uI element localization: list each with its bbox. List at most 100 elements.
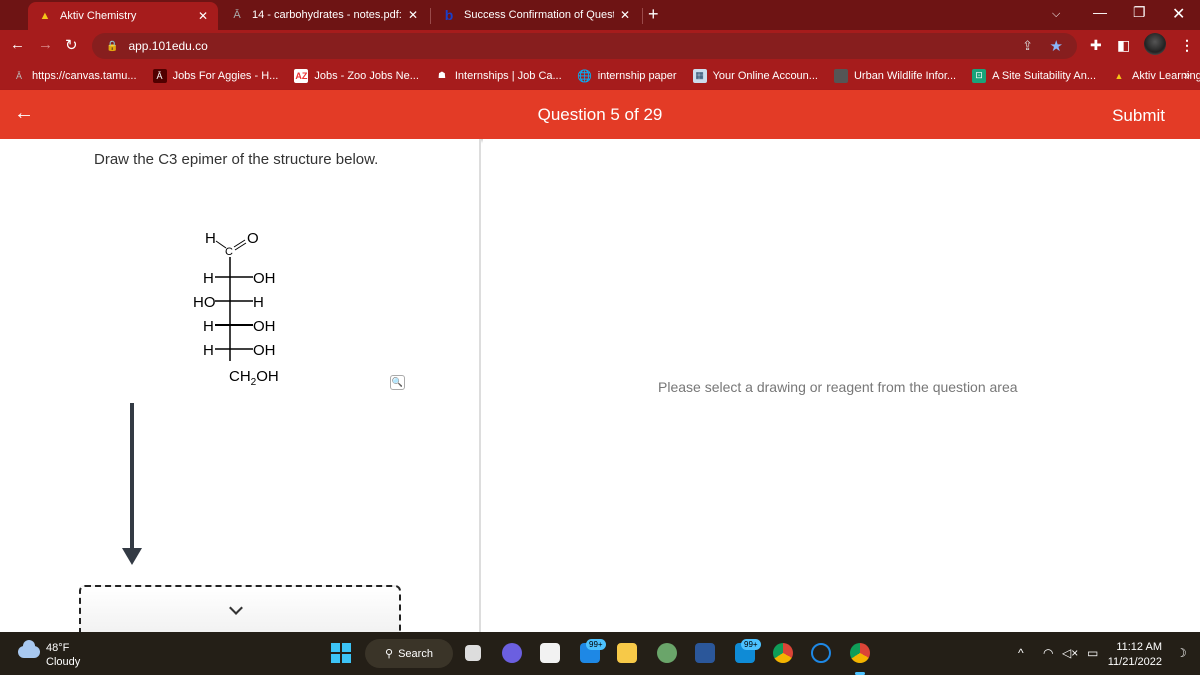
close-icon[interactable]: ✕ (620, 8, 630, 22)
more-bookmarks-button[interactable]: » (1183, 68, 1190, 82)
task-view-icon[interactable] (465, 645, 481, 661)
share-icon[interactable]: ⇪ (1022, 38, 1033, 54)
search-icon: ⚲ (385, 648, 394, 660)
tab-label: 14 - carbohydrates - notes.pdf: 2 (252, 9, 402, 21)
bookmark-label: internship paper (597, 69, 677, 82)
bookmark-canvas-tamu[interactable]: Āhttps://canvas.tamu... (12, 69, 137, 83)
stereocenter-row-4: H OH (203, 342, 276, 359)
bookmark-jobs-for-aggies[interactable]: Ā Jobs For Aggies - H... (152, 68, 278, 83)
back-button[interactable]: ← (10, 36, 25, 53)
bookmark-urban-wildlife[interactable]: Urban Wildlife Infor... (833, 68, 957, 83)
az-logo-icon: AZ (294, 68, 309, 83)
tab-search-icon[interactable]: ⌵ (1052, 8, 1060, 21)
internships-logo-icon: ☗ (437, 70, 446, 80)
url-text[interactable]: app.101edu.co (128, 39, 207, 53)
forward-button[interactable]: → (38, 36, 53, 53)
substituent-right: OH (253, 270, 276, 287)
tab-separator (430, 8, 431, 24)
substituent-right: OH (253, 318, 276, 335)
chrome-icon[interactable] (773, 643, 793, 663)
submit-button[interactable]: Submit (1112, 106, 1165, 126)
magnifier-icon: 🔍 (391, 377, 404, 387)
substituent-right: OH (253, 342, 276, 359)
minimize-button[interactable]: — (1093, 4, 1107, 20)
menu-kebab-icon[interactable]: ⋮ (1180, 37, 1194, 54)
lock-icon: 🔒 (106, 40, 119, 52)
tamu-logo-icon: Ā (233, 9, 241, 21)
reload-button[interactable]: ↻ (65, 36, 78, 54)
tab-success-confirmation[interactable]: b Success Confirmation of Questio ✕ (432, 0, 640, 30)
bookmarks-bar: Āhttps://canvas.tamu... Ā Jobs For Aggies… (0, 61, 1200, 90)
question-counter: Question 5 of 29 (537, 105, 663, 124)
weather-temperature[interactable]: 48°F (46, 642, 69, 654)
start-button[interactable] (331, 643, 351, 663)
new-tab-button[interactable]: + (648, 4, 659, 25)
bookmark-star-icon[interactable]: ★ (1050, 37, 1063, 55)
substituent-left: H (203, 342, 214, 359)
bookmark-label: https://canvas.tamu... (32, 69, 137, 82)
reaction-arrow-icon (122, 403, 142, 565)
workspace-panel: Please select a drawing or reagent from … (483, 139, 1200, 632)
show-hidden-icons-chevron-up-icon[interactable]: ^ (1018, 646, 1024, 660)
file-explorer-icon[interactable] (617, 643, 637, 663)
workspace-hint: Please select a drawing or reagent from … (658, 379, 1018, 395)
bookmark-internship-paper[interactable]: 🌐 internship paper (577, 69, 677, 83)
taskbar-search[interactable]: ⚲ Search (365, 639, 453, 668)
stereocenter-row-1: H OH (203, 270, 276, 287)
search-label: Search (398, 647, 433, 660)
teams-chat-icon[interactable] (502, 643, 522, 663)
tamu-logo-icon: Ā (152, 68, 167, 83)
copyright-app-icon[interactable] (811, 643, 831, 663)
weather-description[interactable]: Cloudy (46, 656, 80, 668)
microsoft-store-icon[interactable] (540, 643, 560, 663)
browser-toolbar: ← → ↻ 🔒 app.101edu.co ⇪ ★ ✚ ◧ ⋮ (0, 30, 1200, 61)
address-bar[interactable]: 🔒 app.101edu.co ⇪ ★ (92, 33, 1077, 59)
profile-avatar[interactable] (1144, 33, 1166, 55)
substituent-left: H (203, 270, 214, 287)
ch2oh-label: CH2OH (229, 368, 279, 388)
bookmark-label: Your Online Accoun... (712, 69, 818, 82)
double-bond-line (233, 239, 246, 248)
zoom-structure-button[interactable]: 🔍 (390, 375, 405, 390)
tab-separator (642, 8, 643, 24)
question-header: ← Question 5 of 29 Submit (0, 90, 1200, 139)
substituent-right: H (253, 294, 264, 311)
bookmark-online-account[interactable]: ▦ Your Online Accoun... (692, 68, 818, 83)
bookmark-label: Jobs - Zoo Jobs Ne... (314, 69, 419, 82)
clock-time[interactable]: 11:12 AM (1116, 641, 1162, 653)
chrome-profile-icon[interactable] (850, 643, 870, 663)
restore-button[interactable]: ❐ (1133, 4, 1146, 21)
mail-badge: 99+ (586, 639, 606, 650)
close-icon[interactable]: ✕ (408, 8, 418, 22)
browser-tab-strip: ▲ Aktiv Chemistry ✕ Ā 14 - carbohydrates… (0, 0, 1200, 30)
bookmark-label: Urban Wildlife Infor... (853, 69, 957, 82)
aktiv-logo-icon: ▲ (39, 10, 51, 22)
focus-moon-icon[interactable]: ☽ (1176, 646, 1187, 660)
stereocenter-row-3: H OH (203, 318, 276, 335)
battery-icon[interactable]: ▭ (1087, 646, 1098, 660)
extensions-puzzle-icon[interactable]: ✚ (1090, 37, 1102, 54)
aldehyde-h-label: H (205, 230, 216, 247)
close-window-button[interactable]: ✕ (1172, 4, 1185, 24)
wifi-icon[interactable]: ◠ (1043, 646, 1053, 660)
word-icon[interactable] (695, 643, 715, 663)
close-icon[interactable]: ✕ (198, 9, 208, 23)
volume-muted-icon[interactable]: ◁× (1062, 646, 1078, 660)
cube-icon (833, 68, 848, 83)
aktiv-logo-icon: ▲ (1114, 70, 1124, 81)
question-panel: Draw the C3 epimer of the structure belo… (0, 139, 481, 645)
bookmark-site-suitability[interactable]: ⊡ A Site Suitability An... (972, 68, 1097, 83)
tab-aktiv-chemistry[interactable]: ▲ Aktiv Chemistry ✕ (28, 2, 218, 30)
outlook-badge: 99+ (741, 639, 761, 650)
bartleby-logo-icon: b (444, 7, 454, 23)
bookmark-internships[interactable]: ☗ Internships | Job Ca... (435, 69, 562, 83)
tab-carbohydrates-notes[interactable]: Ā 14 - carbohydrates - notes.pdf: 2 ✕ (220, 0, 428, 30)
side-panel-icon[interactable]: ◧ (1117, 37, 1130, 54)
clock-date[interactable]: 11/21/2022 (1108, 656, 1162, 668)
cloud-icon[interactable] (18, 640, 40, 658)
browser-app-icon[interactable] (657, 643, 677, 663)
bookmark-label: A Site Suitability An... (992, 69, 1097, 82)
chevron-down-icon[interactable] (229, 601, 243, 615)
bookmark-zoo-jobs[interactable]: AZ Jobs - Zoo Jobs Ne... (294, 68, 419, 83)
substituent-left: H (203, 318, 214, 335)
